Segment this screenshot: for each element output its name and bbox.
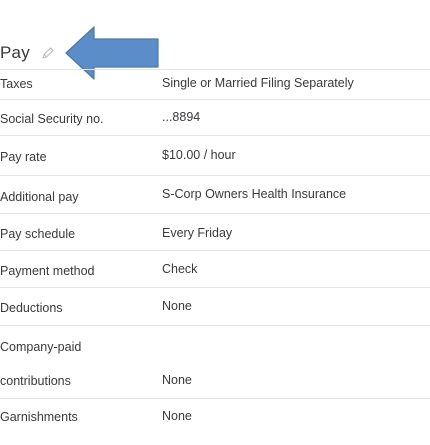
row-label: Social Security no. xyxy=(0,112,104,126)
row-social-security: Social Security no. ...8894 xyxy=(0,100,430,136)
row-label: Additional pay xyxy=(0,190,79,204)
row-label: Pay rate xyxy=(0,150,47,164)
row-value: None xyxy=(162,299,192,313)
row-label: Deductions xyxy=(0,301,63,315)
pencil-icon[interactable] xyxy=(40,45,56,61)
row-value: Every Friday xyxy=(162,226,233,240)
row-label: Pay schedule xyxy=(0,227,76,241)
row-value: S-Corp Owners Health Insurance xyxy=(162,187,347,201)
row-label: Company-paid xyxy=(0,340,82,354)
row-value: None xyxy=(162,409,192,423)
row-value: None xyxy=(162,373,192,387)
section-title: Pay xyxy=(0,43,30,62)
row-label: Payment method xyxy=(0,264,95,278)
row-value: $10.00 / hour xyxy=(162,148,236,162)
row-value: Single or Married Filing Separately xyxy=(162,76,354,90)
row-company-paid: Company-paid xyxy=(0,326,430,363)
row-additional-pay: Additional pay S-Corp Owners Health Insu… xyxy=(0,176,430,214)
row-pay-schedule: Pay schedule Every Friday xyxy=(0,214,430,251)
row-pay-rate: Pay rate $10.00 / hour xyxy=(0,136,430,176)
row-deductions: Deductions None xyxy=(0,288,430,326)
row-label: contributions xyxy=(0,374,71,388)
row-label: Garnishments xyxy=(0,410,78,424)
row-label: Taxes xyxy=(0,77,33,91)
row-value: Check xyxy=(162,262,198,276)
row-contributions: contributions None xyxy=(0,363,430,399)
row-payment-method: Payment method Check xyxy=(0,251,430,288)
pay-section: Pay Taxes Single or Married Filing Separ… xyxy=(0,0,430,445)
row-taxes: Taxes Single or Married Filing Separatel… xyxy=(0,70,430,100)
pay-section-header: Pay xyxy=(0,38,56,68)
pay-details-list: Taxes Single or Married Filing Separatel… xyxy=(0,69,430,439)
row-garnishments: Garnishments None xyxy=(0,399,430,439)
row-value: ...8894 xyxy=(162,110,201,124)
